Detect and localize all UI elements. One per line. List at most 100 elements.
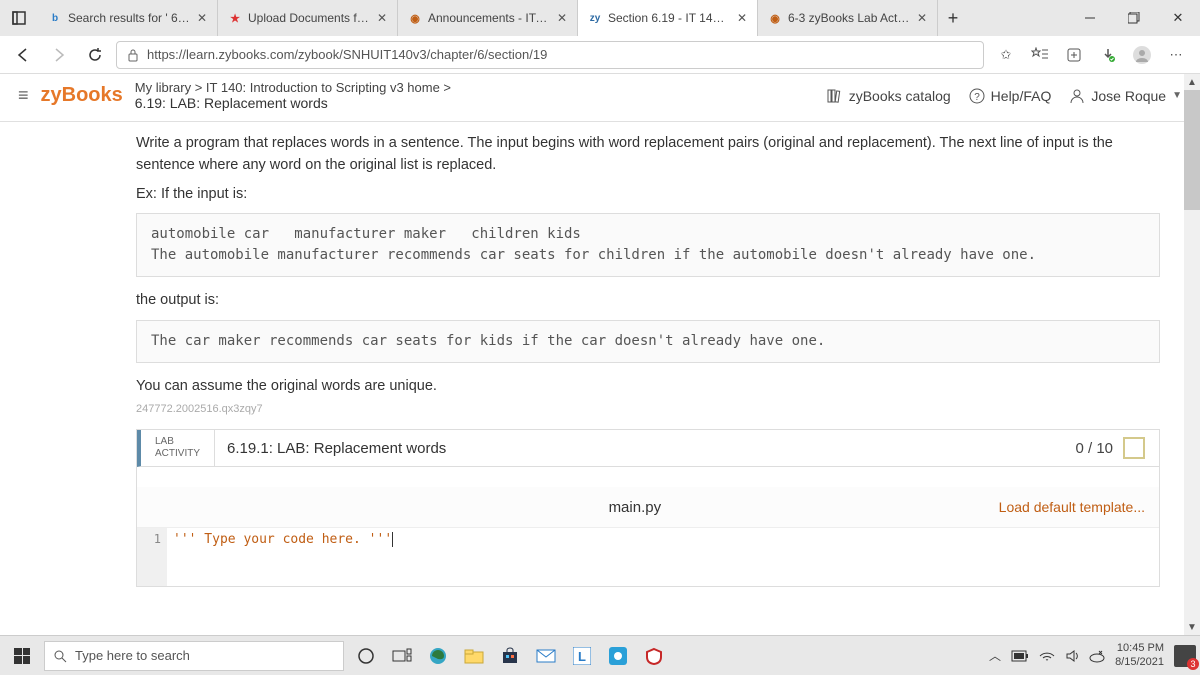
- volume-icon[interactable]: [1065, 649, 1079, 663]
- breadcrumb-line1: My library > IT 140: Introduction to Scr…: [135, 80, 451, 95]
- lab-activity-box: LAB ACTIVITY 6.19.1: LAB: Replacement wo…: [136, 429, 1160, 587]
- browser-titlebar: b Search results for ' 6-4 Mil ✕ ★ Uploa…: [0, 0, 1200, 36]
- tab-2[interactable]: ◉ Announcements - IT-140- ✕: [398, 0, 578, 36]
- content-area: Write a program that replaces words in a…: [136, 122, 1160, 587]
- windows-taskbar: Type here to search L ︿ 10:45 PM 8/15/20…: [0, 635, 1200, 675]
- zybooks-logo[interactable]: zyBooks: [41, 84, 123, 107]
- downloads-icon[interactable]: [1098, 45, 1118, 65]
- system-tray: ︿ 10:45 PM 8/15/2021 3: [989, 642, 1200, 670]
- app-camera-icon[interactable]: [604, 642, 632, 670]
- help-icon: ?: [969, 88, 985, 104]
- mail-icon[interactable]: [532, 642, 560, 670]
- window-controls: ✕: [1068, 0, 1200, 36]
- favicon-star-icon: ★: [228, 11, 242, 25]
- refresh-button[interactable]: [80, 40, 110, 70]
- back-button[interactable]: [8, 40, 38, 70]
- books-icon: [827, 88, 843, 104]
- catalog-link[interactable]: zyBooks catalog: [827, 88, 951, 104]
- address-bar: https://learn.zybooks.com/zybook/SNHUIT1…: [0, 36, 1200, 74]
- forward-button[interactable]: [44, 40, 74, 70]
- tab-4[interactable]: ◉ 6-3 zyBooks Lab Activities ✕: [758, 0, 938, 36]
- qx-id: 247772.2002516.qx3zqy7: [136, 403, 1160, 415]
- more-icon[interactable]: ⋯: [1166, 45, 1186, 65]
- zybooks-header: ≡ zyBooks My library > IT 140: Introduct…: [0, 74, 1200, 122]
- help-label: Help/FAQ: [991, 88, 1052, 104]
- url-field[interactable]: https://learn.zybooks.com/zybook/SNHUIT1…: [116, 41, 984, 69]
- tab-label: Search results for ' 6-4 Mil: [68, 11, 191, 25]
- breadcrumb[interactable]: My library > IT 140: Introduction to Scr…: [135, 80, 451, 111]
- profile-icon[interactable]: [1132, 45, 1152, 65]
- user-name: Jose Roque: [1091, 88, 1166, 104]
- tab-3[interactable]: zy Section 6.19 - IT 140: Intro ✕: [578, 0, 758, 36]
- tab-1[interactable]: ★ Upload Documents for Fre ✕: [218, 0, 398, 36]
- explorer-icon[interactable]: [460, 642, 488, 670]
- favicon-b-icon: b: [48, 11, 62, 25]
- maximize-button[interactable]: [1112, 0, 1156, 36]
- battery-icon[interactable]: [1011, 650, 1029, 662]
- cortana-icon[interactable]: [352, 642, 380, 670]
- tab-label: Section 6.19 - IT 140: Intro: [608, 11, 731, 25]
- lab-title: 6.19.1: LAB: Replacement words: [215, 430, 1061, 466]
- close-window-button[interactable]: ✕: [1156, 0, 1200, 36]
- clock[interactable]: 10:45 PM 8/15/2021: [1115, 642, 1164, 670]
- instructions-p4: You can assume the original words are un…: [136, 375, 1160, 397]
- tab-close-icon[interactable]: ✕: [377, 11, 387, 25]
- favorites-list-icon[interactable]: [1030, 45, 1050, 65]
- menu-icon[interactable]: ≡: [18, 85, 29, 106]
- edge-icon[interactable]: [424, 642, 452, 670]
- chevron-down-icon: ▼: [1172, 90, 1182, 101]
- favicon-zybooks-icon: zy: [588, 11, 602, 25]
- tray-chevron-icon[interactable]: ︿: [989, 647, 1001, 664]
- code-editor[interactable]: 1 ''' Type your code here. ''': [137, 527, 1159, 586]
- lab-score: 0 / 10: [1061, 430, 1159, 466]
- task-view-icon[interactable]: [388, 642, 416, 670]
- editor-filename[interactable]: main.py: [271, 499, 999, 516]
- editor-gutter: 1: [137, 528, 167, 586]
- scroll-thumb[interactable]: [1184, 90, 1200, 210]
- tab-strip: b Search results for ' 6-4 Mil ✕ ★ Uploa…: [38, 0, 968, 36]
- new-tab-button[interactable]: +: [938, 0, 968, 36]
- search-icon: [53, 649, 67, 663]
- scroll-up-icon[interactable]: ▲: [1184, 74, 1200, 90]
- collections-icon[interactable]: [1064, 45, 1084, 65]
- tab-label: 6-3 zyBooks Lab Activities: [788, 11, 911, 25]
- wifi-icon[interactable]: [1039, 650, 1055, 662]
- example-input-box: automobile car manufacturer maker childr…: [136, 213, 1160, 277]
- breadcrumb-line2: 6.19: LAB: Replacement words: [135, 95, 451, 111]
- svg-text:?: ?: [974, 92, 980, 103]
- tab-close-icon[interactable]: ✕: [197, 11, 207, 25]
- lock-icon: [127, 48, 139, 62]
- lab-badge: LAB ACTIVITY: [141, 430, 215, 466]
- notification-badge: 3: [1187, 658, 1199, 670]
- user-menu[interactable]: Jose Roque ▼: [1069, 88, 1182, 104]
- windows-logo-icon: [14, 648, 30, 664]
- catalog-label: zyBooks catalog: [849, 88, 951, 104]
- vertical-scrollbar[interactable]: ▲ ▼: [1184, 74, 1200, 635]
- mcafee-icon[interactable]: [640, 642, 668, 670]
- instructions-p1: Write a program that replaces words in a…: [136, 132, 1160, 177]
- app-l-icon[interactable]: L: [568, 642, 596, 670]
- score-indicator-icon: [1123, 437, 1145, 459]
- tab-close-icon[interactable]: ✕: [557, 11, 567, 25]
- tab-close-icon[interactable]: ✕: [917, 11, 927, 25]
- tab-actions-icon[interactable]: [0, 0, 38, 36]
- help-link[interactable]: ? Help/FAQ: [969, 88, 1052, 104]
- tab-close-icon[interactable]: ✕: [737, 11, 747, 25]
- favorite-icon[interactable]: ✩: [996, 45, 1016, 65]
- tab-0[interactable]: b Search results for ' 6-4 Mil ✕: [38, 0, 218, 36]
- favicon-brightspace-icon: ◉: [408, 11, 422, 25]
- favicon-brightspace-icon: ◉: [768, 11, 782, 25]
- onedrive-icon[interactable]: [1089, 648, 1105, 664]
- scroll-down-icon[interactable]: ▼: [1184, 619, 1200, 635]
- url-text: https://learn.zybooks.com/zybook/SNHUIT1…: [147, 47, 547, 62]
- start-button[interactable]: [0, 648, 44, 664]
- load-template-link[interactable]: Load default template...: [999, 499, 1145, 515]
- instructions-p3: the output is:: [136, 289, 1160, 311]
- search-placeholder: Type here to search: [75, 648, 190, 663]
- notifications-icon[interactable]: 3: [1174, 645, 1196, 667]
- store-icon[interactable]: [496, 642, 524, 670]
- tab-label: Announcements - IT-140-: [428, 11, 551, 25]
- code-line-1[interactable]: ''' Type your code here. ''': [167, 528, 399, 586]
- taskbar-search[interactable]: Type here to search: [44, 641, 344, 671]
- minimize-button[interactable]: [1068, 0, 1112, 36]
